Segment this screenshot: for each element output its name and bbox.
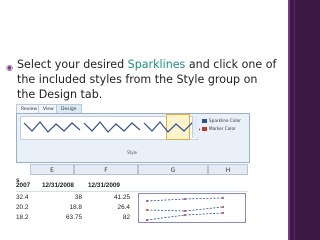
sparkline-color-swatch (202, 119, 207, 123)
sparklines-preview (146, 197, 224, 221)
gallery-scrollbar[interactable] (192, 116, 199, 138)
sparkline-color-label: Sparkline Color (209, 118, 241, 123)
marker-color-label: Marker Color (209, 126, 236, 131)
sparkline-cells[interactable] (138, 193, 246, 223)
sparkline-marker (222, 197, 224, 199)
table-cell[interactable]: 63.75 (42, 213, 88, 223)
table-cell[interactable]: 18.8 (42, 203, 88, 213)
slide: ◉ Select your desired Sparklines and cli… (0, 0, 320, 240)
style-group-label: Style (126, 150, 138, 155)
slide-body-text: Select your desired Sparklines and click… (17, 58, 279, 102)
table-cell[interactable]: 38 (42, 193, 88, 203)
sparkline-marker (222, 212, 224, 214)
text-before: Select your desired (17, 58, 128, 71)
gallery-sparkline-1 (23, 121, 81, 133)
sparkline-marker (222, 206, 224, 208)
sparkline-color-button[interactable]: Sparkline Color (202, 117, 241, 125)
color-menu: Sparkline Color Marker Color (202, 117, 241, 133)
marker-color-button[interactable]: Marker Color (202, 125, 241, 133)
slide-sidebar-decoration (288, 0, 320, 240)
sparkline-marker (184, 210, 186, 212)
header-cell[interactable]: 12/31/2008 (42, 181, 88, 191)
header-cell[interactable]: 2007 (16, 181, 42, 191)
style-gallery-sparklines (23, 121, 201, 133)
table-cell[interactable]: 18.2 (16, 213, 42, 223)
sparkline-marker (184, 198, 186, 200)
sparkline-marker (146, 209, 148, 211)
gridline (16, 191, 248, 192)
header-cell[interactable]: 12/31/2009 (88, 181, 134, 191)
sparkline-marker (146, 200, 148, 202)
table-cell[interactable]: 26.4 (88, 203, 134, 213)
table-cell[interactable]: 20.2 (16, 203, 42, 213)
column-header-e[interactable]: E (30, 164, 74, 175)
table-cell[interactable]: 82 (88, 213, 134, 223)
table-cell[interactable]: 32.4 (16, 193, 42, 203)
highlight-term: Sparklines (127, 58, 186, 71)
column-header-h[interactable]: H (208, 164, 248, 175)
gallery-sparkline-2 (83, 121, 141, 133)
sparkline-marker (146, 219, 148, 221)
sparkline-marker (184, 214, 186, 216)
column-header-g[interactable]: G (138, 164, 208, 175)
spreadsheet: E F G H s 2007 12/31/2008 12/31/2009 32.… (16, 164, 248, 226)
bullet-icon: ◉ (6, 63, 13, 72)
table-cell[interactable]: 41.25 (88, 193, 134, 203)
marker-color-swatch (202, 127, 207, 131)
sidebar-line (294, 0, 295, 240)
column-header-f[interactable]: F (74, 164, 138, 175)
